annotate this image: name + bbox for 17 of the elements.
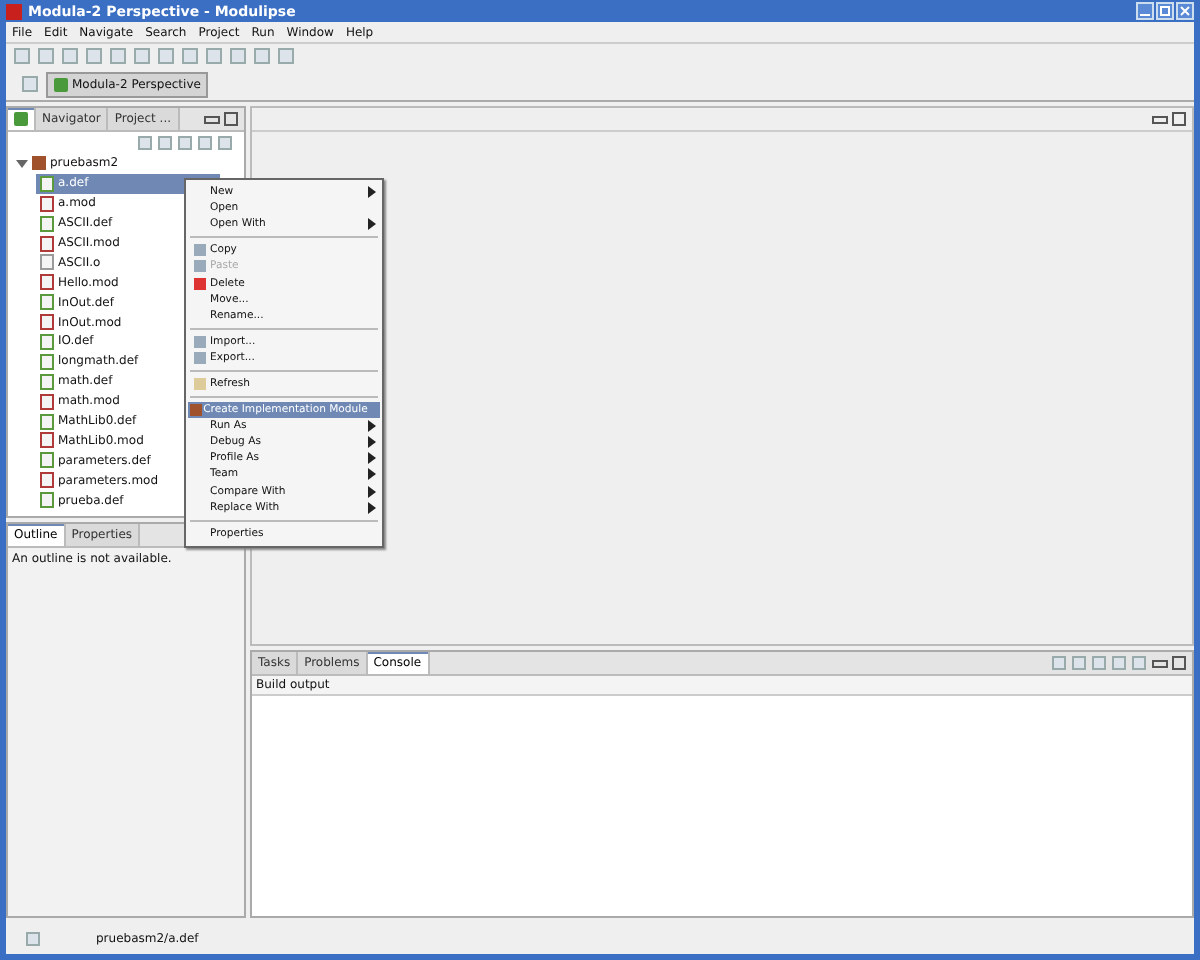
maximize-button[interactable] xyxy=(1156,2,1174,20)
app-icon xyxy=(6,3,22,19)
close-button[interactable] xyxy=(1176,2,1194,20)
maximize-icon[interactable] xyxy=(1172,112,1186,126)
expand-icon[interactable] xyxy=(16,157,28,170)
minimize-icon[interactable] xyxy=(1152,659,1168,667)
open-perspective-icon[interactable] xyxy=(22,76,38,92)
project-icon xyxy=(32,156,46,171)
minimize-button[interactable] xyxy=(1136,2,1154,20)
maximize-icon[interactable] xyxy=(1172,656,1186,670)
status-icon xyxy=(26,931,40,945)
maximize-icon[interactable] xyxy=(224,112,238,126)
minimize-icon[interactable] xyxy=(204,115,220,123)
minimize-icon[interactable] xyxy=(1152,115,1168,123)
submenu-arrow-icon xyxy=(368,218,376,231)
submenu-arrow-icon xyxy=(368,186,376,199)
view-tab[interactable] xyxy=(8,108,36,130)
